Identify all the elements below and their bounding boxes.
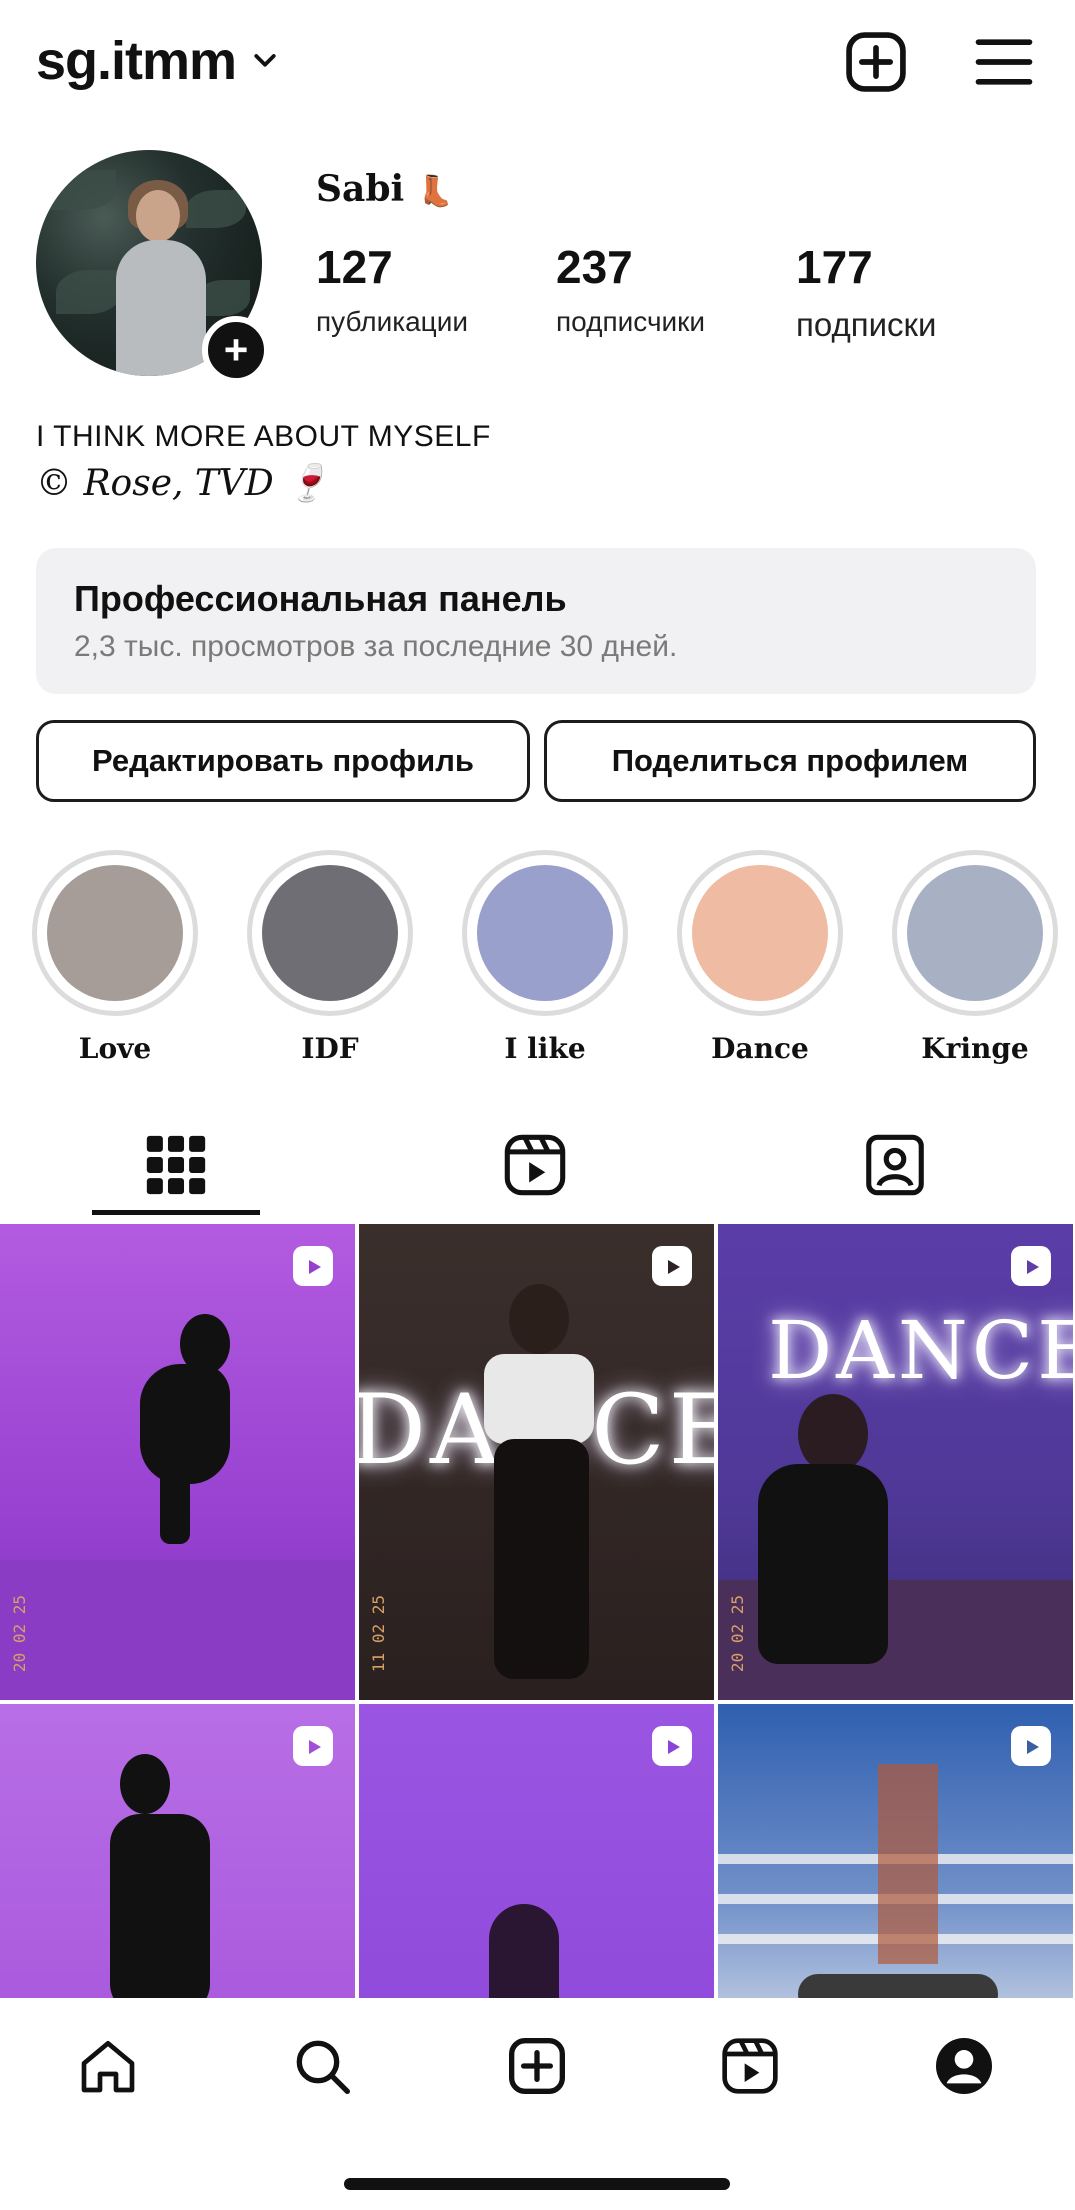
home-icon[interactable] <box>76 2034 140 2098</box>
bio-line: I THINK MORE ABOUT MYSELF <box>36 420 491 453</box>
stat-value: 237 <box>556 241 633 293</box>
reels-icon[interactable] <box>500 1130 570 1200</box>
panel-title: Профессиональная панель <box>74 578 567 619</box>
reel-icon <box>652 1246 692 1286</box>
grid-icon[interactable] <box>141 1130 211 1200</box>
stat-value: 177 <box>796 241 873 293</box>
stat-label: подписки <box>796 306 937 343</box>
post-date: 20 02 25 <box>10 1594 29 1672</box>
post-tile[interactable] <box>0 1704 355 1998</box>
edit-profile-button[interactable]: Редактировать профиль <box>36 720 530 802</box>
reels-icon[interactable] <box>718 2034 782 2098</box>
profile-avatar[interactable]: + <box>36 150 270 384</box>
story-highlight[interactable]: Kringe <box>892 850 1058 1065</box>
reel-icon <box>293 1246 333 1286</box>
highlight-cover <box>892 850 1058 1016</box>
stat-label: публикации <box>316 306 468 337</box>
reel-icon <box>652 1726 692 1766</box>
story-highlight[interactable]: Dance <box>677 850 843 1065</box>
stat-followers[interactable]: 237 подписчики <box>556 240 705 338</box>
post-tile[interactable] <box>718 1704 1073 1998</box>
create-icon[interactable] <box>505 2034 569 2098</box>
home-indicator <box>344 2178 730 2190</box>
display-name: Sabi 👢 <box>316 168 455 210</box>
chevron-down-icon <box>254 54 276 67</box>
posts-grid: 20 02 25 DANCE 11 02 25 DANCE 20 02 25 <box>0 1224 1075 1998</box>
menu-icon[interactable] <box>970 28 1038 96</box>
highlight-cover <box>462 850 628 1016</box>
highlight-cover <box>677 850 843 1016</box>
post-date: 20 02 25 <box>728 1594 747 1672</box>
story-highlight[interactable]: IDF <box>247 850 413 1065</box>
top-bar: sg.itmm <box>0 0 1075 130</box>
stat-following[interactable]: 177 подписки <box>796 240 936 344</box>
highlight-cover <box>32 850 198 1016</box>
stat-value: 127 <box>316 241 393 293</box>
panel-subtitle: 2,3 тыс. просмотров за последние 30 дней… <box>74 630 678 663</box>
post-tile[interactable] <box>359 1704 714 1998</box>
professional-dashboard[interactable]: Профессиональная панель 2,3 тыс. просмот… <box>36 548 1036 694</box>
bio-line: © Rose, TVD 🍷 <box>36 463 331 504</box>
stat-label: подписчики <box>556 306 706 337</box>
highlight-label: IDF <box>301 1032 359 1065</box>
post-date: 11 02 25 <box>369 1594 388 1672</box>
account-switcher[interactable]: sg.itmm <box>36 30 280 92</box>
search-icon[interactable] <box>290 2034 354 2098</box>
active-tab-indicator <box>92 1210 260 1215</box>
post-tile[interactable]: 20 02 25 <box>0 1224 355 1700</box>
highlight-label: Kringe <box>921 1032 1029 1065</box>
reel-icon <box>1011 1246 1051 1286</box>
story-highlight[interactable]: Love <box>32 850 198 1065</box>
profile-icon[interactable] <box>932 2034 996 2098</box>
stat-posts[interactable]: 127 публикации <box>316 240 468 338</box>
add-post-icon[interactable] <box>842 28 910 96</box>
highlight-label: Love <box>78 1032 152 1065</box>
username-label: sg.itmm <box>36 31 237 91</box>
share-profile-button[interactable]: Поделиться профилем <box>544 720 1036 802</box>
highlight-label: Dance <box>711 1032 809 1065</box>
add-story-button[interactable]: + <box>202 316 270 384</box>
highlight-label: I like <box>504 1032 586 1065</box>
reel-icon <box>1011 1726 1051 1766</box>
post-tile[interactable]: DANCE 11 02 25 <box>359 1224 714 1700</box>
boot-icon: 👢 <box>416 174 455 209</box>
neon-sign: DANCE <box>768 1304 1073 1397</box>
profile-tabs <box>0 1110 1075 1222</box>
tagged-icon[interactable] <box>860 1130 930 1200</box>
highlight-cover <box>247 850 413 1016</box>
reel-icon <box>293 1726 333 1766</box>
bottom-navigation <box>0 1998 1075 2210</box>
post-tile[interactable]: DANCE 20 02 25 <box>718 1224 1073 1700</box>
story-highlight[interactable]: I like <box>462 850 628 1065</box>
